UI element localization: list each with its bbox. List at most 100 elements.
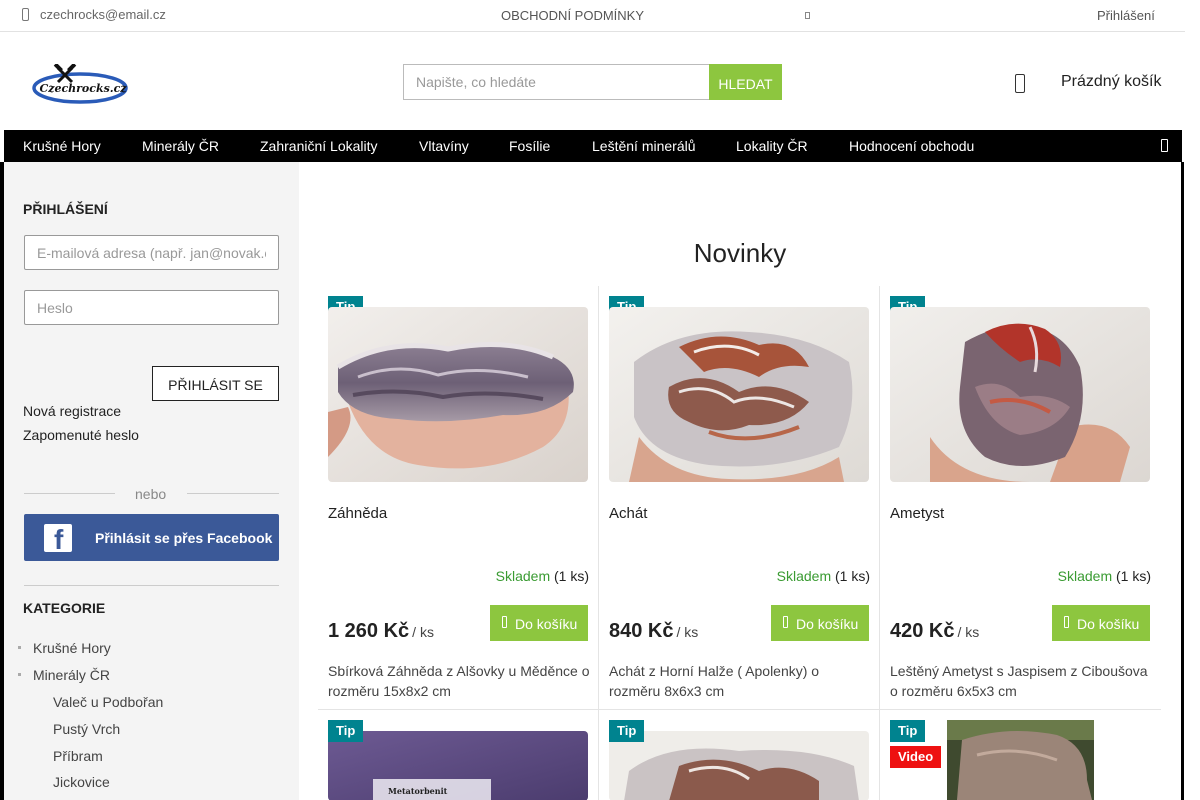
product-image-ametyst[interactable] — [890, 307, 1150, 482]
nav-item-zahranicni-lokality[interactable]: Zahraniční Lokality — [260, 138, 378, 154]
stock-status: Skladem — [1057, 568, 1113, 584]
tip-badge: Tip — [890, 720, 926, 742]
price: 1 260 Kč / ks — [328, 620, 434, 643]
product-image-achat[interactable] — [609, 307, 869, 482]
svg-text:Czechrocks.cz: Czechrocks.cz — [39, 82, 127, 95]
search-form: HLEDAT — [403, 64, 782, 100]
login-button[interactable]: PŘIHLÁSIT SE — [152, 366, 279, 401]
nav-item-vltaviny[interactable]: Vltavíny — [419, 138, 469, 154]
add-to-cart-label: Do košíku — [1077, 616, 1140, 632]
subcategory-jickovice[interactable]: Jickovice — [53, 774, 110, 790]
category-krusne-hory[interactable]: Krušné Hory — [33, 640, 111, 656]
price-unit: / ks — [412, 624, 434, 640]
divider-line-right — [187, 493, 279, 494]
product-image[interactable] — [947, 720, 1094, 800]
add-to-cart-button[interactable]: Do košíku — [490, 605, 588, 641]
cart-icon — [1064, 616, 1069, 628]
product-name[interactable]: Záhněda — [328, 505, 387, 522]
product-card: Tip — [599, 710, 880, 800]
video-badge: Video — [890, 746, 942, 768]
nav-item-mineraly-cr[interactable]: Minerály ČR — [142, 138, 219, 154]
product-card: Tip Metatorbenit — [318, 710, 599, 800]
product-image-zahneda[interactable] — [328, 307, 588, 482]
stock-count: (1 ks) — [835, 568, 870, 584]
search-input[interactable] — [403, 64, 709, 100]
logo-image: Czechrocks.cz — [32, 62, 128, 104]
subcategory-pribram[interactable]: Příbram — [53, 748, 103, 764]
page-title: Novinky — [693, 238, 787, 268]
email-field[interactable] — [24, 235, 279, 270]
menu-more-icon[interactable] — [1161, 139, 1168, 152]
password-field[interactable] — [24, 290, 279, 325]
stock-info: Skladem (1 ks) — [496, 568, 589, 584]
login-title: PŘIHLÁŠENÍ — [23, 201, 108, 217]
facebook-icon: f — [44, 524, 72, 555]
stock-info: Skladem (1 ks) — [1058, 568, 1151, 584]
add-to-cart-label: Do košíku — [515, 616, 578, 632]
price-value: 420 Kč — [890, 620, 955, 642]
tip-badge: Tip — [328, 720, 364, 742]
forgot-password-link[interactable]: Zapomenuté heslo — [23, 427, 139, 443]
category-mineraly-cr[interactable]: Minerály ČR — [33, 667, 110, 683]
specimen-label: Metatorbenit — [388, 786, 448, 796]
search-button[interactable]: HLEDAT — [709, 64, 782, 100]
product-image[interactable]: Metatorbenit — [328, 731, 588, 800]
contact-email[interactable]: czechrocks@email.cz — [22, 7, 166, 22]
product-card: Tip Ametyst Skladem (1 ks) 420 Kč / ks Do… — [880, 286, 1161, 710]
site-logo[interactable]: Czechrocks.cz — [30, 62, 130, 106]
stock-status: Skladem — [776, 568, 832, 584]
product-description: Achát z Horní Halže ( Apolenky) o rozměr… — [609, 663, 820, 699]
subcategory-valec[interactable]: Valeč u Podbořan — [53, 694, 163, 710]
cart-icon[interactable] — [1015, 74, 1025, 93]
categories-title: KATEGORIE — [23, 600, 106, 616]
sidebar: PŘIHLÁŠENÍ PŘIHLÁSIT SE Nová registrace … — [4, 162, 299, 800]
sidebar-divider — [24, 585, 279, 586]
contact-email-text[interactable]: czechrocks@email.cz — [40, 7, 166, 22]
frame-border-right — [1181, 162, 1184, 800]
bullet-icon — [18, 673, 21, 676]
price-unit: / ks — [957, 624, 980, 640]
stock-count: (1 ks) — [1116, 568, 1151, 584]
nav-item-fosilie[interactable]: Fosílie — [509, 138, 550, 154]
add-to-cart-button[interactable]: Do košíku — [771, 605, 869, 641]
stock-status: Skladem — [495, 568, 551, 584]
product-name[interactable]: Ametyst — [890, 505, 944, 522]
product-card: Tip Video — [880, 710, 1161, 800]
terms-link[interactable]: OBCHODNÍ PODMÍNKY — [501, 8, 644, 23]
cart-link[interactable]: Prázdný košík — [1061, 73, 1161, 91]
add-to-cart-label: Do košíku — [796, 616, 859, 632]
nav-item-krusne-hory[interactable]: Krušné Hory — [23, 138, 101, 154]
facebook-login-button[interactable]: f Přihlásit se přes Facebook — [24, 514, 279, 561]
tip-badge: Tip — [609, 720, 645, 742]
stock-count: (1 ks) — [554, 568, 589, 584]
price-unit: / ks — [676, 624, 699, 640]
nav-item-hodnoceni-obchodu[interactable]: Hodnocení obchodu — [849, 138, 974, 154]
subcategory-pusty-vrch[interactable]: Pustý Vrch — [53, 721, 120, 737]
nav-item-lesteni-mineralu[interactable]: Leštění minerálů — [592, 138, 696, 154]
divider-line-left — [24, 493, 115, 494]
price: 420 Kč / ks — [890, 620, 979, 643]
bullet-icon — [18, 646, 21, 649]
stock-info: Skladem (1 ks) — [777, 568, 870, 584]
top-strip: czechrocks@email.cz OBCHODNÍ PODMÍNKY Př… — [0, 0, 1185, 32]
product-name[interactable]: Achát — [609, 505, 647, 522]
language-icon[interactable] — [805, 12, 810, 19]
register-link[interactable]: Nová registrace — [23, 403, 121, 419]
price-value: 1 260 Kč — [328, 620, 410, 642]
price: 840 Kč / ks — [609, 620, 698, 643]
main-nav: Krušné Hory Minerály ČR Zahraniční Lokal… — [4, 130, 1182, 162]
cart-icon — [783, 616, 788, 628]
product-description: Leštěný Ametyst s Jaspisem z Ciboušova o… — [890, 663, 1148, 699]
product-image[interactable] — [609, 731, 869, 800]
phone-icon — [22, 8, 29, 21]
product-card: Tip Achát Skladem (1 ks) 840 Kč / ks Do k… — [599, 286, 880, 710]
add-to-cart-button[interactable]: Do košíku — [1052, 605, 1150, 641]
product-description: Sbírková Záhněda z Alšovky u Měděnce o r… — [328, 663, 590, 699]
nav-item-lokality-cr[interactable]: Lokality ČR — [736, 138, 808, 154]
facebook-login-label: Přihlásit se přes Facebook — [95, 530, 273, 546]
product-card: Tip Záhněda Skladem (1 ks) 1 260 Kč / ks … — [318, 286, 599, 710]
cart-icon — [502, 616, 507, 628]
price-value: 840 Kč — [609, 620, 674, 642]
top-login-link[interactable]: Přihlášení — [1097, 8, 1155, 23]
or-separator: nebo — [135, 486, 167, 502]
